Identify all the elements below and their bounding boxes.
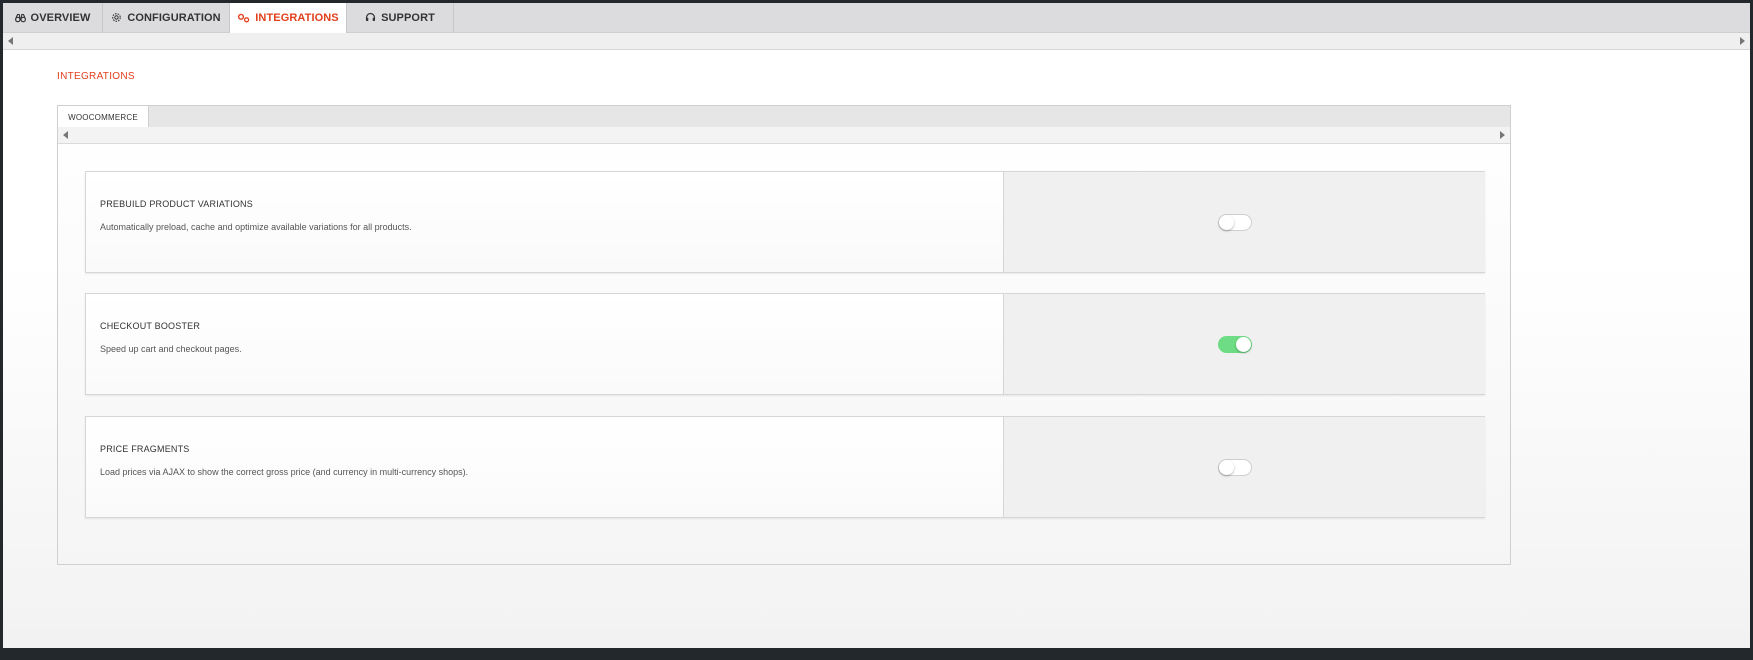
prebuild-variations-toggle[interactable]: [1218, 214, 1252, 231]
scroll-left-arrow-icon[interactable]: [8, 37, 13, 45]
main-tab-bar: OVERVIEW CONFIGURATION INTEGRATIONS SUPP…: [3, 3, 1750, 33]
inner-scroll-left-arrow-icon[interactable]: [63, 131, 68, 139]
setting-card: PRICE FRAGMENTS Load prices via AJAX to …: [85, 416, 1485, 518]
scroll-right-arrow-icon[interactable]: [1740, 37, 1745, 45]
settings-page: OVERVIEW CONFIGURATION INTEGRATIONS SUPP…: [3, 3, 1750, 648]
setting-name: CHECKOUT BOOSTER: [100, 321, 201, 331]
headset-icon: [365, 12, 376, 23]
setting-description: Load prices via AJAX to show the correct…: [100, 467, 469, 477]
setting-name: PRICE FRAGMENTS: [100, 444, 190, 454]
tab-integrations[interactable]: INTEGRATIONS: [230, 3, 347, 33]
setting-control-area: [1003, 417, 1485, 517]
setting-card: PREBUILD PRODUCT VARIATIONS Automaticall…: [85, 171, 1485, 273]
integrations-panel: WOOCOMMERCE PREBUILD PRODUCT VARIATIONS …: [57, 105, 1511, 565]
inner-scroll-right-arrow-icon[interactable]: [1500, 131, 1505, 139]
setting-name: PREBUILD PRODUCT VARIATIONS: [100, 199, 253, 209]
inner-tab-bar: WOOCOMMERCE: [58, 106, 1510, 128]
section-title: INTEGRATIONS: [57, 71, 135, 82]
setting-description: Automatically preload, cache and optimiz…: [100, 222, 412, 232]
tab-overview-label: OVERVIEW: [30, 11, 91, 24]
gear-icon: [111, 12, 122, 23]
toggle-knob: [1219, 215, 1234, 230]
price-fragments-toggle[interactable]: [1218, 459, 1252, 476]
checkout-booster-toggle[interactable]: [1218, 336, 1252, 353]
inner-scroll-bar: [58, 127, 1510, 144]
cogs-icon: [237, 13, 250, 23]
tab-scroll-bar: [3, 33, 1750, 50]
tab-support[interactable]: SUPPORT: [347, 3, 454, 32]
toggle-knob: [1219, 460, 1234, 475]
tab-support-label: SUPPORT: [381, 11, 435, 24]
setting-card: CHECKOUT BOOSTER Speed up cart and check…: [85, 293, 1485, 395]
setting-description: Speed up cart and checkout pages.: [100, 344, 242, 354]
tab-woocommerce[interactable]: WOOCOMMERCE: [58, 106, 149, 128]
tab-configuration[interactable]: CONFIGURATION: [103, 3, 230, 32]
setting-control-area: [1003, 172, 1485, 272]
toggle-knob: [1236, 337, 1251, 352]
tab-overview[interactable]: OVERVIEW: [3, 3, 103, 32]
setting-control-area: [1003, 294, 1485, 394]
tab-configuration-label: CONFIGURATION: [127, 11, 221, 24]
tab-integrations-label: INTEGRATIONS: [255, 12, 339, 24]
binoculars-icon: [14, 13, 26, 23]
